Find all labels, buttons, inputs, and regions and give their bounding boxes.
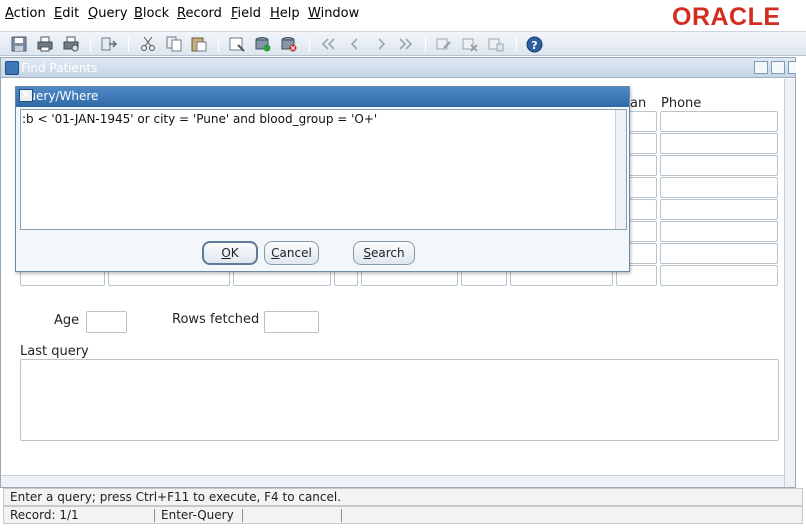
last-query-label: Last query [20,344,89,359]
cancel-button[interactable]: Cancel [264,241,319,265]
status-line: Record: 1/1 Enter-Query [3,506,803,524]
phone-field[interactable] [660,199,778,220]
record-indicator: Record: 1/1 [10,508,79,522]
clear-icon[interactable] [229,36,246,52]
menu-query[interactable]: Query [88,6,128,21]
paste-icon[interactable] [191,36,208,52]
dialog-vertical-scrollbar[interactable] [615,110,626,229]
close-icon[interactable] [788,61,796,74]
window-vertical-scrollbar[interactable] [784,79,795,487]
menu-window[interactable]: Window [308,6,359,21]
ok-button[interactable]: OK [202,241,258,265]
phone-field[interactable] [660,155,778,176]
cut-icon[interactable] [140,36,157,52]
first-record-icon[interactable] [320,36,337,52]
window-title: Find Patients [21,61,98,75]
phone-field[interactable] [660,221,778,242]
toolbar: ? [0,31,806,56]
menu-edit[interactable]: Edit [54,6,79,21]
window-horizontal-scrollbar[interactable] [1,475,784,487]
column-label-partial: an [630,96,647,111]
rows-fetched-field[interactable] [264,311,319,333]
query-where-text: :b < '01-JAN-1945' or city = 'Pune' and … [22,112,378,126]
window-title-bar: Find Patients [1,58,796,78]
status-message: Enter a query; press Ctrl+F11 to execute… [10,490,342,504]
print-icon[interactable] [37,36,54,52]
search-button[interactable]: Search [353,241,415,265]
phone-field[interactable] [660,265,778,286]
phone-field[interactable] [660,133,778,154]
menu-action[interactable]: Action [5,6,46,21]
save-icon[interactable] [11,36,28,52]
maximize-icon[interactable] [771,61,785,74]
phone-field[interactable] [660,243,778,264]
next-record-icon[interactable] [373,36,390,52]
minimize-icon[interactable] [754,61,768,74]
menu-bar: Action Edit Query Block Record Field Hel… [0,0,806,31]
form-icon [5,61,19,75]
query-icon[interactable] [462,36,479,52]
oracle-logo: ORACLE [672,3,781,31]
help-icon[interactable]: ? [526,36,543,53]
delete-record-icon[interactable] [281,36,298,52]
column-label-phone: Phone [661,96,702,111]
last-query-field[interactable] [20,359,779,441]
list-icon[interactable] [488,36,505,52]
close-icon[interactable]: ✕ [19,89,33,102]
mode-indicator: Enter-Query [161,508,234,522]
exit-icon[interactable] [101,36,118,52]
dialog-title-bar: Query/Where ✕ [16,87,629,107]
previous-record-icon[interactable] [347,36,364,52]
age-label: Age [54,313,80,328]
phone-field[interactable] [660,111,778,132]
last-record-icon[interactable] [398,36,415,52]
query-where-textarea[interactable]: :b < '01-JAN-1945' or city = 'Pune' and … [20,109,627,230]
message-line: Enter a query; press Ctrl+F11 to execute… [3,488,803,506]
print-setup-icon[interactable] [63,36,80,52]
menu-field[interactable]: Field [231,6,261,21]
age-field[interactable] [86,311,127,333]
menu-record[interactable]: Record [177,6,222,21]
menu-help[interactable]: Help [270,6,300,21]
phone-field[interactable] [660,177,778,198]
svg-text:?: ? [531,39,537,52]
edit-icon[interactable] [436,36,453,52]
menu-block[interactable]: Block [134,6,169,21]
query-where-dialog: Query/Where ✕ :b < '01-JAN-1945' or city… [15,86,630,272]
insert-record-icon[interactable] [255,36,272,52]
copy-icon[interactable] [166,36,183,52]
rows-fetched-label: Rows fetched [172,312,260,327]
oracle-forms-app: Action Edit Query Block Record Field Hel… [0,0,806,529]
